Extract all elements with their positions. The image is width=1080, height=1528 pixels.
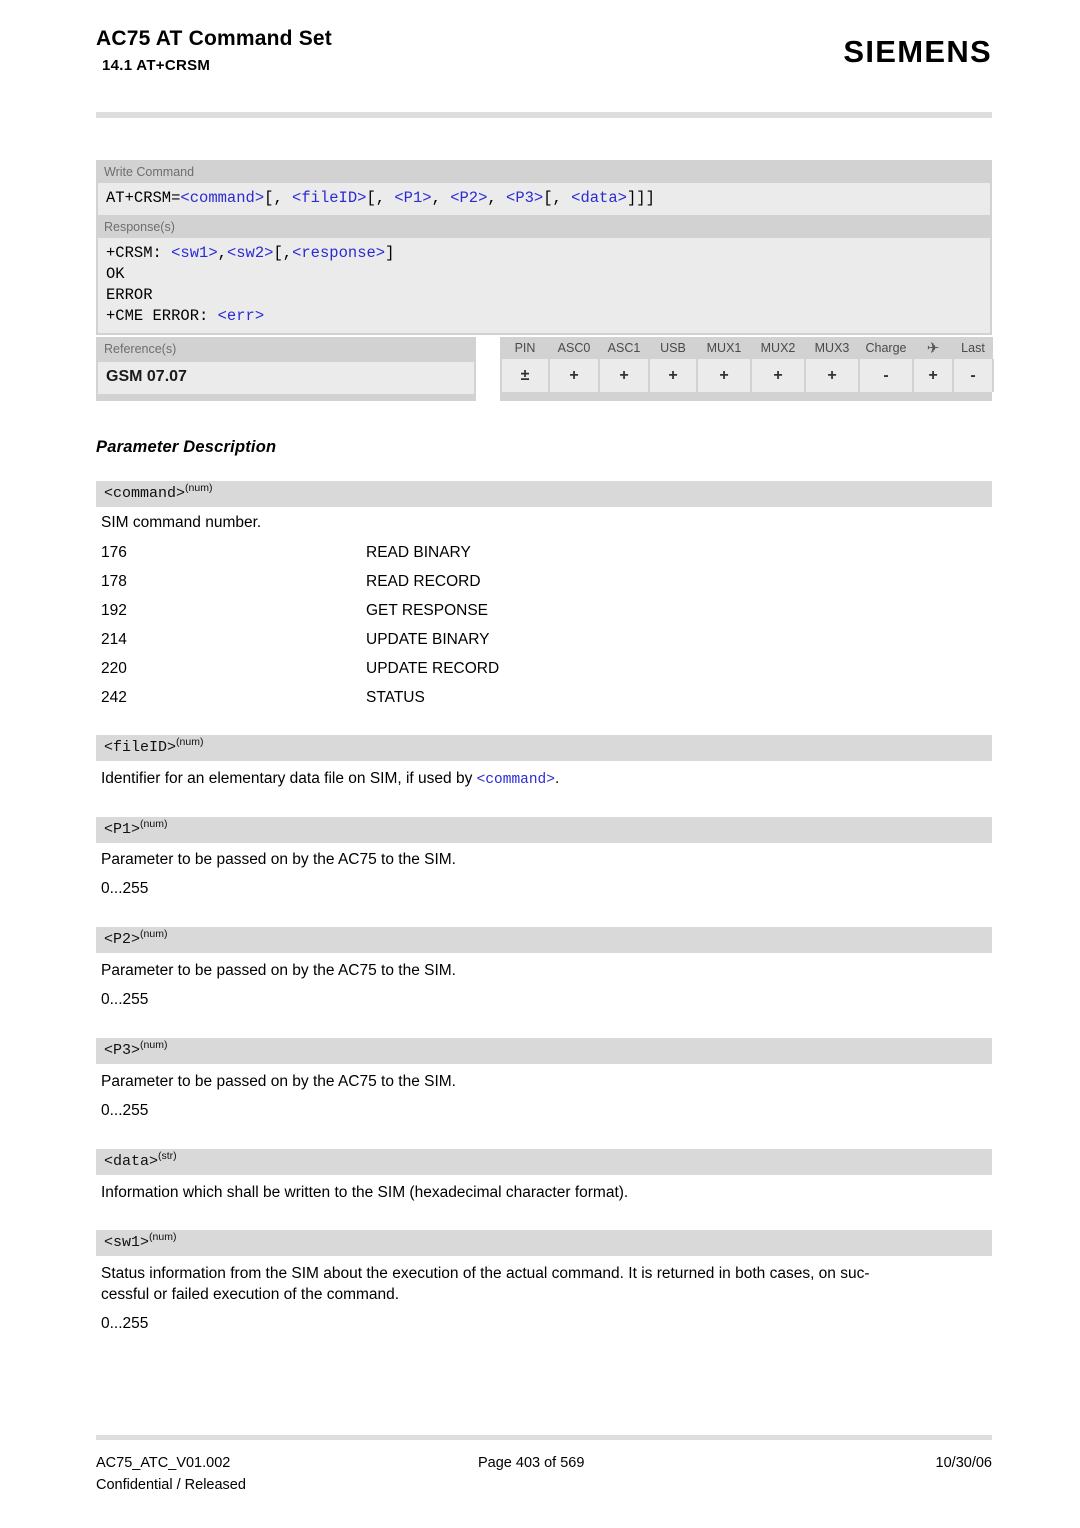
response-line-ok: OK	[106, 265, 125, 283]
reference-box: Reference(s) GSM 07.07	[96, 337, 476, 401]
command-syntax-block: Write Command AT+CRSM=<command>[, <fileI…	[96, 160, 992, 335]
support-header-usb: USB	[649, 337, 697, 359]
param-range-p3: 0...255	[101, 1102, 149, 1119]
param-bar-p3: <P3>(num)	[96, 1038, 992, 1064]
response-line-error: ERROR	[106, 286, 153, 304]
support-value-asc0: +	[548, 359, 600, 392]
support-header-pin: PIN	[501, 337, 549, 359]
param-range-p1: 0...255	[101, 880, 149, 897]
write-command-label: Write Command	[104, 165, 195, 179]
header-divider	[96, 112, 992, 118]
param-desc-data: Information which shall be written to th…	[101, 1184, 629, 1201]
param-name-sw1: <sw1>(num)	[104, 1231, 177, 1251]
support-header-row: PIN ASC0 ASC1 USB MUX1 MUX2 MUX3 Charge …	[501, 337, 993, 359]
support-header-mux3: MUX3	[805, 337, 859, 359]
param-name-p3: <P3>(num)	[104, 1039, 168, 1059]
command-code: 214	[101, 631, 127, 648]
parameter-description-heading: Parameter Description	[96, 438, 277, 456]
param-range-sw1: 0...255	[101, 1315, 149, 1332]
command-code: 220	[101, 660, 127, 677]
param-bar-p1: <P1>(num)	[96, 817, 992, 843]
footer-classification: Confidential / Released	[96, 1477, 246, 1493]
footer-page-number: Page 403 of 569	[478, 1455, 585, 1471]
param-desc-sw1-line2: cessful or failed execution of the comma…	[101, 1286, 400, 1303]
param-desc-p1: Parameter to be passed on by the AC75 to…	[101, 851, 456, 868]
param-name-fileid: <fileID>(num)	[104, 736, 204, 756]
footer-doc-id: AC75_ATC_V01.002	[96, 1455, 231, 1471]
param-name-data: <data>(str)	[104, 1150, 177, 1170]
command-meaning: STATUS	[366, 689, 425, 706]
siemens-logo: SIEMENS	[843, 34, 992, 69]
param-range-p2: 0...255	[101, 991, 149, 1008]
param-desc-fileid-pre: Identifier for an elementary data file o…	[101, 770, 477, 787]
param-desc-fileid-code: <command>	[476, 772, 555, 788]
support-value-row: ± + + + + + + - + -	[500, 359, 994, 392]
support-header-charge: Charge	[859, 337, 913, 359]
param-bar-command: <command>(num)	[96, 481, 992, 507]
param-desc-sw1-line1: Status information from the SIM about th…	[101, 1265, 870, 1282]
airplane-icon: ✈	[913, 337, 953, 359]
support-value-pin: ±	[500, 359, 550, 392]
support-value-last: -	[952, 359, 994, 392]
command-meaning: READ RECORD	[366, 573, 481, 590]
responses-row: +CRSM: <sw1>,<sw2>[,<response>] OK ERROR…	[98, 238, 990, 333]
param-bar-p2: <P2>(num)	[96, 927, 992, 953]
param-desc-p3: Parameter to be passed on by the AC75 to…	[101, 1073, 456, 1090]
command-meaning: GET RESPONSE	[366, 602, 489, 619]
command-values-table: 176 READ BINARY 178 READ RECORD 192 GET …	[101, 538, 801, 712]
reference-and-support: Reference(s) GSM 07.07 PIN ASC0 ASC1 USB…	[96, 337, 994, 401]
support-header-asc0: ASC0	[549, 337, 599, 359]
param-bar-fileid: <fileID>(num)	[96, 735, 992, 761]
support-value-mux1: +	[696, 359, 752, 392]
support-header-last: Last	[953, 337, 993, 359]
command-meaning: UPDATE BINARY	[366, 631, 490, 648]
table-row: 176 READ BINARY	[101, 538, 801, 567]
support-header-asc1: ASC1	[599, 337, 649, 359]
param-bar-sw1: <sw1>(num)	[96, 1230, 992, 1256]
response-line-cme-error: +CME ERROR: <err>	[106, 307, 265, 325]
table-row: 178 READ RECORD	[101, 567, 801, 596]
table-row: 242 STATUS	[101, 683, 801, 712]
response-line-crsm: +CRSM: <sw1>,<sw2>[,<response>]	[106, 244, 395, 262]
reference-value: GSM 07.07	[98, 362, 474, 394]
table-row: 220 UPDATE RECORD	[101, 654, 801, 683]
write-command-row: AT+CRSM=<command>[, <fileID>[, <P1>, <P2…	[98, 183, 990, 215]
support-value-airplane: +	[912, 359, 954, 392]
param-name-command: <command>(num)	[104, 482, 213, 502]
command-code: 192	[101, 602, 127, 619]
support-value-usb: +	[648, 359, 698, 392]
support-header-mux1: MUX1	[697, 337, 751, 359]
support-value-mux3: +	[804, 359, 860, 392]
reference-label: Reference(s)	[104, 342, 177, 356]
responses-label: Response(s)	[104, 220, 175, 234]
support-table: PIN ASC0 ASC1 USB MUX1 MUX2 MUX3 Charge …	[500, 337, 994, 392]
param-desc-fileid: Identifier for an elementary data file o…	[101, 768, 987, 791]
command-meaning: UPDATE RECORD	[366, 660, 500, 677]
param-desc-command: SIM command number.	[101, 514, 262, 531]
param-bar-data: <data>(str)	[96, 1149, 992, 1175]
table-row: 192 GET RESPONSE	[101, 596, 801, 625]
command-code: 242	[101, 689, 127, 706]
support-value-mux2: +	[750, 359, 806, 392]
support-value-asc1: +	[598, 359, 650, 392]
footer-date: 10/30/06	[935, 1455, 992, 1471]
support-box: PIN ASC0 ASC1 USB MUX1 MUX2 MUX3 Charge …	[500, 337, 994, 401]
param-name-p2: <P2>(num)	[104, 928, 168, 948]
support-header-mux2: MUX2	[751, 337, 805, 359]
param-desc-fileid-post: .	[554, 770, 560, 787]
table-row: 214 UPDATE BINARY	[101, 625, 801, 654]
command-meaning: READ BINARY	[366, 544, 471, 561]
param-desc-p2: Parameter to be passed on by the AC75 to…	[101, 962, 456, 979]
write-command-syntax: AT+CRSM=<command>[, <fileID>[, <P1>, <P2…	[106, 189, 655, 207]
command-code: 176	[101, 544, 127, 561]
support-value-charge: -	[858, 359, 914, 392]
document-page: AC75 AT Command Set 14.1 AT+CRSM SIEMENS…	[0, 0, 1080, 1528]
param-name-p1: <P1>(num)	[104, 818, 168, 838]
command-code: 178	[101, 573, 127, 590]
footer-divider	[96, 1435, 992, 1440]
